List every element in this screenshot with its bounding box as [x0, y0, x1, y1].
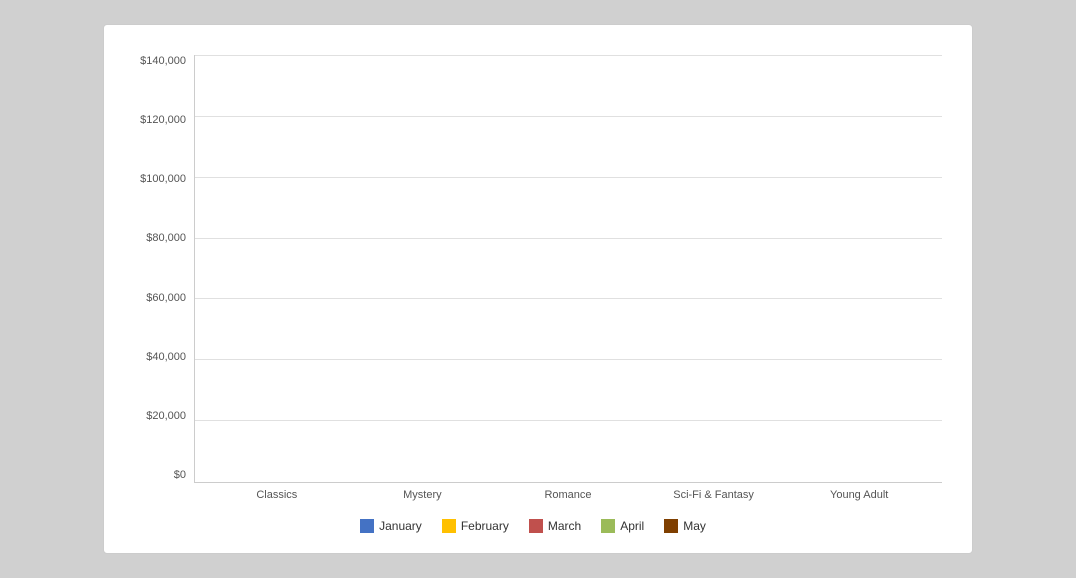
y-axis-label: $120,000	[140, 114, 186, 126]
bars-wrapper	[195, 55, 942, 482]
legend-item-march: March	[529, 519, 581, 533]
legend: January February March April May	[124, 511, 942, 533]
legend-item-may: May	[664, 519, 706, 533]
plot-area: Classics Mystery Romance Sci-Fi & Fantasy Yo…	[194, 55, 942, 511]
legend-color-january	[360, 519, 374, 533]
chart-container: $140,000 $120,000 $100,000 $80,000 $60,000 $4…	[103, 24, 973, 554]
legend-label-january: January	[379, 519, 422, 533]
legend-color-march	[529, 519, 543, 533]
y-axis-label: $40,000	[146, 351, 186, 363]
x-axis-labels: Classics Mystery Romance Sci-Fi & Fantasy Yo…	[194, 483, 942, 511]
y-axis: $140,000 $120,000 $100,000 $80,000 $60,000 $4…	[124, 55, 194, 511]
legend-color-may	[664, 519, 678, 533]
legend-item-april: April	[601, 519, 644, 533]
legend-label-february: February	[461, 519, 509, 533]
legend-label-march: March	[548, 519, 581, 533]
x-axis-label: Romance	[508, 489, 628, 511]
y-axis-label: $140,000	[140, 55, 186, 67]
y-axis-label: $0	[174, 469, 186, 481]
x-axis-label: Young Adult	[799, 489, 919, 511]
legend-label-april: April	[620, 519, 644, 533]
legend-item-february: February	[442, 519, 509, 533]
legend-color-april	[601, 519, 615, 533]
legend-item-january: January	[360, 519, 422, 533]
bars-and-grid	[194, 55, 942, 483]
x-axis-label: Sci-Fi & Fantasy	[654, 489, 774, 511]
y-axis-label: $20,000	[146, 410, 186, 422]
y-axis-label: $80,000	[146, 232, 186, 244]
x-axis-label: Mystery	[362, 489, 482, 511]
chart-area: $140,000 $120,000 $100,000 $80,000 $60,000 $4…	[124, 55, 942, 511]
legend-label-may: May	[683, 519, 706, 533]
x-axis-label: Classics	[217, 489, 337, 511]
legend-color-february	[442, 519, 456, 533]
y-axis-label: $100,000	[140, 173, 186, 185]
y-axis-label: $60,000	[146, 292, 186, 304]
